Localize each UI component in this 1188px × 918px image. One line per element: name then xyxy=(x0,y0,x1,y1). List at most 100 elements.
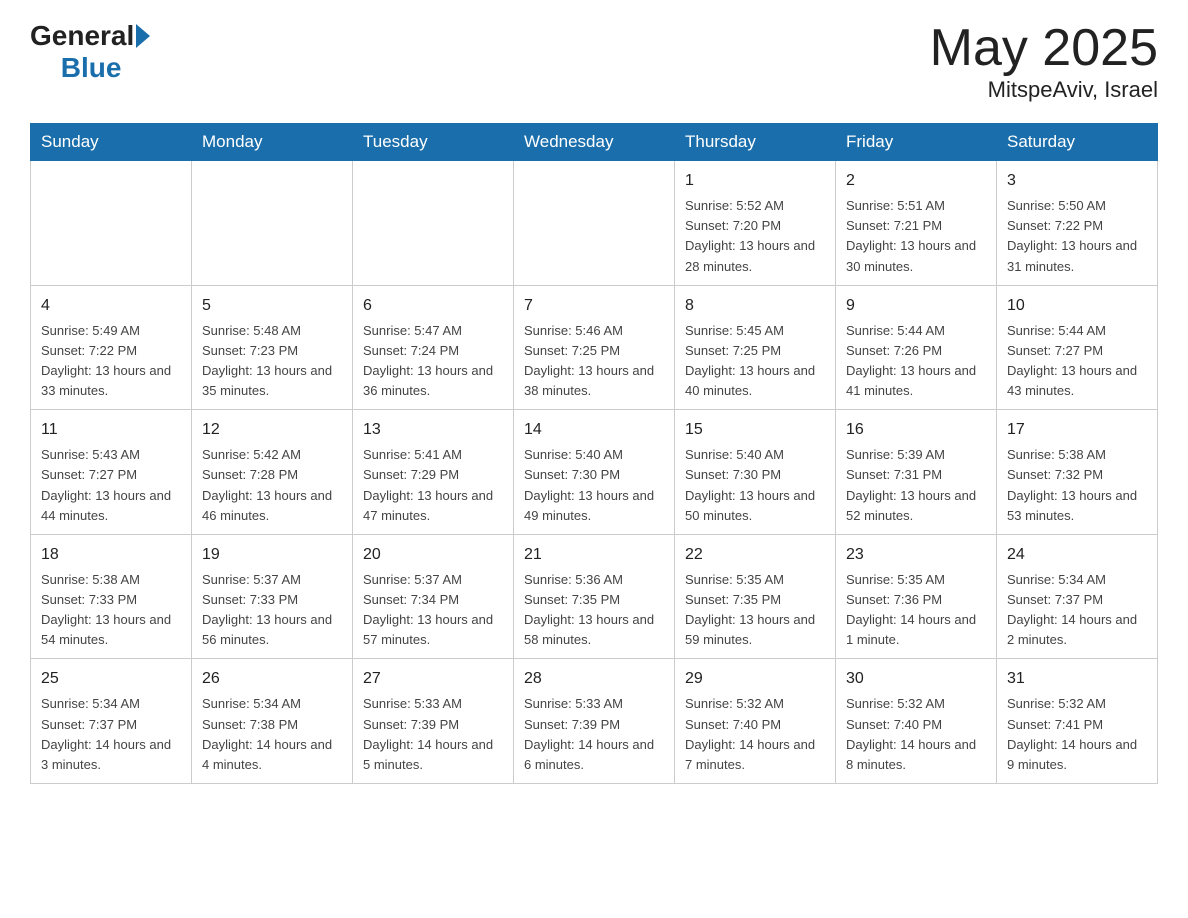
calendar-day-cell: 26 Sunrise: 5:34 AMSunset: 7:38 PMDayligh… xyxy=(192,659,353,784)
calendar-day-cell: 2 Sunrise: 5:51 AMSunset: 7:21 PMDaylight… xyxy=(836,161,997,286)
day-number: 22 xyxy=(685,543,825,567)
day-number: 2 xyxy=(846,169,986,193)
calendar-week-row: 25 Sunrise: 5:34 AMSunset: 7:37 PMDayligh… xyxy=(31,659,1158,784)
day-info: Sunrise: 5:35 AMSunset: 7:36 PMDaylight:… xyxy=(846,570,986,651)
day-number: 9 xyxy=(846,294,986,318)
day-number: 31 xyxy=(1007,667,1147,691)
calendar-day-cell: 4 Sunrise: 5:49 AMSunset: 7:22 PMDaylight… xyxy=(31,285,192,410)
day-number: 18 xyxy=(41,543,181,567)
day-number: 20 xyxy=(363,543,503,567)
day-info: Sunrise: 5:44 AMSunset: 7:26 PMDaylight:… xyxy=(846,321,986,402)
calendar-header-row: SundayMondayTuesdayWednesdayThursdayFrid… xyxy=(31,124,1158,161)
day-number: 11 xyxy=(41,418,181,442)
calendar-day-cell: 30 Sunrise: 5:32 AMSunset: 7:40 PMDayligh… xyxy=(836,659,997,784)
day-info: Sunrise: 5:50 AMSunset: 7:22 PMDaylight:… xyxy=(1007,196,1147,277)
day-info: Sunrise: 5:37 AMSunset: 7:34 PMDaylight:… xyxy=(363,570,503,651)
day-info: Sunrise: 5:33 AMSunset: 7:39 PMDaylight:… xyxy=(363,694,503,775)
day-info: Sunrise: 5:38 AMSunset: 7:32 PMDaylight:… xyxy=(1007,445,1147,526)
day-info: Sunrise: 5:44 AMSunset: 7:27 PMDaylight:… xyxy=(1007,321,1147,402)
day-number: 30 xyxy=(846,667,986,691)
day-info: Sunrise: 5:33 AMSunset: 7:39 PMDaylight:… xyxy=(524,694,664,775)
day-number: 5 xyxy=(202,294,342,318)
day-number: 13 xyxy=(363,418,503,442)
day-of-week-header: Monday xyxy=(192,124,353,161)
day-of-week-header: Wednesday xyxy=(514,124,675,161)
calendar-day-cell: 24 Sunrise: 5:34 AMSunset: 7:37 PMDayligh… xyxy=(997,534,1158,659)
day-number: 16 xyxy=(846,418,986,442)
day-number: 23 xyxy=(846,543,986,567)
day-number: 26 xyxy=(202,667,342,691)
day-info: Sunrise: 5:35 AMSunset: 7:35 PMDaylight:… xyxy=(685,570,825,651)
day-number: 4 xyxy=(41,294,181,318)
day-info: Sunrise: 5:40 AMSunset: 7:30 PMDaylight:… xyxy=(685,445,825,526)
calendar-day-cell: 27 Sunrise: 5:33 AMSunset: 7:39 PMDayligh… xyxy=(353,659,514,784)
calendar-day-cell: 14 Sunrise: 5:40 AMSunset: 7:30 PMDayligh… xyxy=(514,410,675,535)
calendar-day-cell: 29Sunrise: 5:32 AMSunset: 7:40 PMDayligh… xyxy=(675,659,836,784)
calendar-day-cell: 28Sunrise: 5:33 AMSunset: 7:39 PMDayligh… xyxy=(514,659,675,784)
location-title: MitspeAviv, Israel xyxy=(930,77,1158,103)
calendar-week-row: 11 Sunrise: 5:43 AMSunset: 7:27 PMDayligh… xyxy=(31,410,1158,535)
calendar-day-cell: 16 Sunrise: 5:39 AMSunset: 7:31 PMDayligh… xyxy=(836,410,997,535)
day-info: Sunrise: 5:48 AMSunset: 7:23 PMDaylight:… xyxy=(202,321,342,402)
calendar-day-cell: 7 Sunrise: 5:46 AMSunset: 7:25 PMDaylight… xyxy=(514,285,675,410)
day-info: Sunrise: 5:32 AMSunset: 7:41 PMDaylight:… xyxy=(1007,694,1147,775)
calendar-day-cell: 22 Sunrise: 5:35 AMSunset: 7:35 PMDayligh… xyxy=(675,534,836,659)
day-of-week-header: Friday xyxy=(836,124,997,161)
month-year-title: May 2025 xyxy=(930,20,1158,77)
calendar-day-cell: 18Sunrise: 5:38 AMSunset: 7:33 PMDayligh… xyxy=(31,534,192,659)
calendar-day-cell: 31 Sunrise: 5:32 AMSunset: 7:41 PMDayligh… xyxy=(997,659,1158,784)
day-number: 19 xyxy=(202,543,342,567)
day-number: 24 xyxy=(1007,543,1147,567)
calendar-day-cell xyxy=(514,161,675,286)
calendar-week-row: 1 Sunrise: 5:52 AMSunset: 7:20 PMDaylight… xyxy=(31,161,1158,286)
day-info: Sunrise: 5:43 AMSunset: 7:27 PMDaylight:… xyxy=(41,445,181,526)
day-number: 25 xyxy=(41,667,181,691)
day-info: Sunrise: 5:52 AMSunset: 7:20 PMDaylight:… xyxy=(685,196,825,277)
calendar-day-cell: 3 Sunrise: 5:50 AMSunset: 7:22 PMDaylight… xyxy=(997,161,1158,286)
day-info: Sunrise: 5:34 AMSunset: 7:37 PMDaylight:… xyxy=(41,694,181,775)
calendar-day-cell xyxy=(31,161,192,286)
page-header: General Blue May 2025 MitspeAviv, Israel xyxy=(30,20,1158,103)
calendar-day-cell: 8Sunrise: 5:45 AMSunset: 7:25 PMDaylight… xyxy=(675,285,836,410)
calendar-day-cell xyxy=(353,161,514,286)
calendar-week-row: 18Sunrise: 5:38 AMSunset: 7:33 PMDayligh… xyxy=(31,534,1158,659)
calendar-day-cell: 12Sunrise: 5:42 AMSunset: 7:28 PMDayligh… xyxy=(192,410,353,535)
day-number: 14 xyxy=(524,418,664,442)
calendar-day-cell: 23 Sunrise: 5:35 AMSunset: 7:36 PMDayligh… xyxy=(836,534,997,659)
day-number: 3 xyxy=(1007,169,1147,193)
logo-blue-text: Blue xyxy=(30,52,152,84)
day-number: 6 xyxy=(363,294,503,318)
day-info: Sunrise: 5:34 AMSunset: 7:38 PMDaylight:… xyxy=(202,694,342,775)
day-number: 29 xyxy=(685,667,825,691)
day-info: Sunrise: 5:47 AMSunset: 7:24 PMDaylight:… xyxy=(363,321,503,402)
day-info: Sunrise: 5:49 AMSunset: 7:22 PMDaylight:… xyxy=(41,321,181,402)
day-info: Sunrise: 5:51 AMSunset: 7:21 PMDaylight:… xyxy=(846,196,986,277)
day-info: Sunrise: 5:34 AMSunset: 7:37 PMDaylight:… xyxy=(1007,570,1147,651)
day-of-week-header: Saturday xyxy=(997,124,1158,161)
calendar-day-cell: 13Sunrise: 5:41 AMSunset: 7:29 PMDayligh… xyxy=(353,410,514,535)
calendar-day-cell xyxy=(192,161,353,286)
day-number: 27 xyxy=(363,667,503,691)
day-of-week-header: Tuesday xyxy=(353,124,514,161)
day-number: 21 xyxy=(524,543,664,567)
calendar-day-cell: 6 Sunrise: 5:47 AMSunset: 7:24 PMDaylight… xyxy=(353,285,514,410)
calendar-day-cell: 1 Sunrise: 5:52 AMSunset: 7:20 PMDaylight… xyxy=(675,161,836,286)
day-info: Sunrise: 5:46 AMSunset: 7:25 PMDaylight:… xyxy=(524,321,664,402)
day-number: 15 xyxy=(685,418,825,442)
day-info: Sunrise: 5:32 AMSunset: 7:40 PMDaylight:… xyxy=(846,694,986,775)
day-number: 10 xyxy=(1007,294,1147,318)
day-info: Sunrise: 5:40 AMSunset: 7:30 PMDaylight:… xyxy=(524,445,664,526)
day-of-week-header: Sunday xyxy=(31,124,192,161)
day-number: 7 xyxy=(524,294,664,318)
day-of-week-header: Thursday xyxy=(675,124,836,161)
day-number: 17 xyxy=(1007,418,1147,442)
calendar-day-cell: 25 Sunrise: 5:34 AMSunset: 7:37 PMDayligh… xyxy=(31,659,192,784)
calendar-day-cell: 21Sunrise: 5:36 AMSunset: 7:35 PMDayligh… xyxy=(514,534,675,659)
day-number: 1 xyxy=(685,169,825,193)
calendar-table: SundayMondayTuesdayWednesdayThursdayFrid… xyxy=(30,123,1158,784)
day-info: Sunrise: 5:39 AMSunset: 7:31 PMDaylight:… xyxy=(846,445,986,526)
calendar-day-cell: 9 Sunrise: 5:44 AMSunset: 7:26 PMDaylight… xyxy=(836,285,997,410)
calendar-day-cell: 17 Sunrise: 5:38 AMSunset: 7:32 PMDayligh… xyxy=(997,410,1158,535)
calendar-week-row: 4 Sunrise: 5:49 AMSunset: 7:22 PMDaylight… xyxy=(31,285,1158,410)
calendar-day-cell: 19Sunrise: 5:37 AMSunset: 7:33 PMDayligh… xyxy=(192,534,353,659)
